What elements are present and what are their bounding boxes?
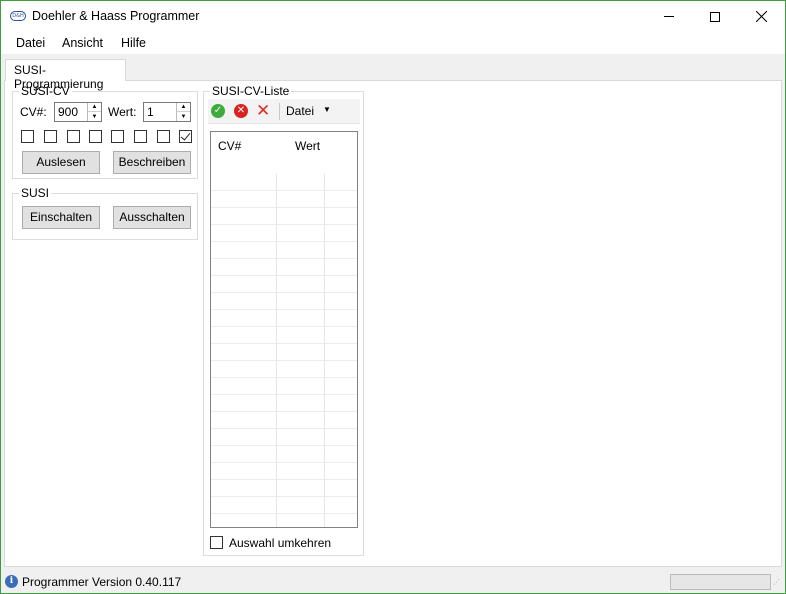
bit-checkbox-1[interactable]: [157, 130, 170, 143]
grid-column-separator: [276, 132, 277, 527]
title-bar[interactable]: D&H Doehler & Haass Programmer: [1, 1, 785, 32]
cv-list-toolbar: ✓ ✕ ✕ Datei ▼: [208, 99, 360, 124]
grid-column-separator: [324, 132, 325, 527]
cv-spin-buttons: ▲ ▼: [87, 103, 101, 121]
menu-datei[interactable]: Datei: [16, 36, 45, 50]
menu-hilfe[interactable]: Hilfe: [121, 36, 146, 50]
minimize-button[interactable]: [646, 1, 692, 32]
maximize-icon: [710, 11, 720, 22]
maximize-button[interactable]: [692, 1, 738, 32]
bit-checkbox-2[interactable]: [134, 130, 147, 143]
susi-group-title: SUSI: [19, 186, 52, 200]
resize-grip-icon[interactable]: ⋰: [773, 579, 783, 590]
info-icon: i: [5, 575, 18, 588]
wert-increment-button[interactable]: ▲: [177, 103, 190, 112]
wert-decrement-button[interactable]: ▼: [177, 112, 190, 121]
toolbar-separator: [279, 103, 280, 120]
status-text: Programmer Version 0.40.117: [22, 575, 182, 589]
status-bar: i Programmer Version 0.40.117 ⋰: [1, 571, 785, 593]
susi-cv-list-title: SUSI-CV-Liste: [210, 84, 292, 98]
bit-checkbox-0[interactable]: [179, 130, 192, 143]
cv-decrement-button[interactable]: ▼: [88, 112, 101, 121]
cv-number-value[interactable]: 900: [58, 105, 78, 119]
column-header-cv[interactable]: CV#: [218, 139, 241, 153]
wert-stepper[interactable]: 1 ▲ ▼: [143, 102, 191, 122]
bit-checkbox-7[interactable]: [21, 130, 34, 143]
cancel-icon[interactable]: ✕: [234, 104, 248, 118]
grid-rows: [211, 132, 357, 527]
cv-list-grid[interactable]: CV# Wert: [210, 131, 358, 528]
cv-label: CV#:: [20, 105, 47, 119]
menu-ansicht[interactable]: Ansicht: [62, 36, 103, 50]
minimize-icon: [664, 16, 674, 17]
close-icon: [755, 11, 767, 22]
tab-susi-programmierung[interactable]: SUSI-Programmierung: [5, 59, 126, 91]
bit-checkbox-4[interactable]: [89, 130, 102, 143]
app-window: D&H Doehler & Haass Programmer Datei Ans…: [0, 0, 786, 594]
bit-checkbox-3[interactable]: [111, 130, 124, 143]
delete-icon[interactable]: ✕: [256, 101, 270, 121]
auswahl-umkehren-checkbox[interactable]: [210, 536, 223, 549]
arrow-up-icon: ▲: [180, 104, 187, 110]
auswahl-umkehren-label[interactable]: Auswahl umkehren: [229, 536, 331, 550]
cv-increment-button[interactable]: ▲: [88, 103, 101, 112]
close-button[interactable]: [738, 1, 784, 32]
auslesen-button[interactable]: Auslesen: [22, 151, 100, 174]
grid-header: CV# Wert: [211, 132, 357, 174]
column-header-wert[interactable]: Wert: [295, 139, 320, 153]
status-progress-bar: [670, 574, 771, 590]
check-icon[interactable]: ✓: [211, 104, 225, 118]
datei-dropdown-button[interactable]: Datei: [286, 104, 314, 118]
dropdown-caret-icon[interactable]: ▼: [323, 105, 331, 114]
arrow-down-icon: ▼: [180, 113, 187, 120]
menu-bar: Datei Ansicht Hilfe: [1, 32, 785, 54]
einschalten-button[interactable]: Einschalten: [22, 206, 100, 229]
app-logo-icon: D&H: [10, 11, 26, 21]
wert-value[interactable]: 1: [147, 105, 154, 119]
window-title: Doehler & Haass Programmer: [32, 9, 200, 23]
arrow-up-icon: ▲: [91, 104, 98, 110]
arrow-down-icon: ▼: [91, 113, 98, 120]
ausschalten-button[interactable]: Ausschalten: [113, 206, 191, 229]
bit-checkbox-5[interactable]: [67, 130, 80, 143]
wert-label: Wert:: [108, 105, 137, 119]
beschreiben-button[interactable]: Beschreiben: [113, 151, 191, 174]
cv-number-stepper[interactable]: 900 ▲ ▼: [54, 102, 102, 122]
wert-spin-buttons: ▲ ▼: [176, 103, 190, 121]
bit-checkbox-6[interactable]: [44, 130, 57, 143]
